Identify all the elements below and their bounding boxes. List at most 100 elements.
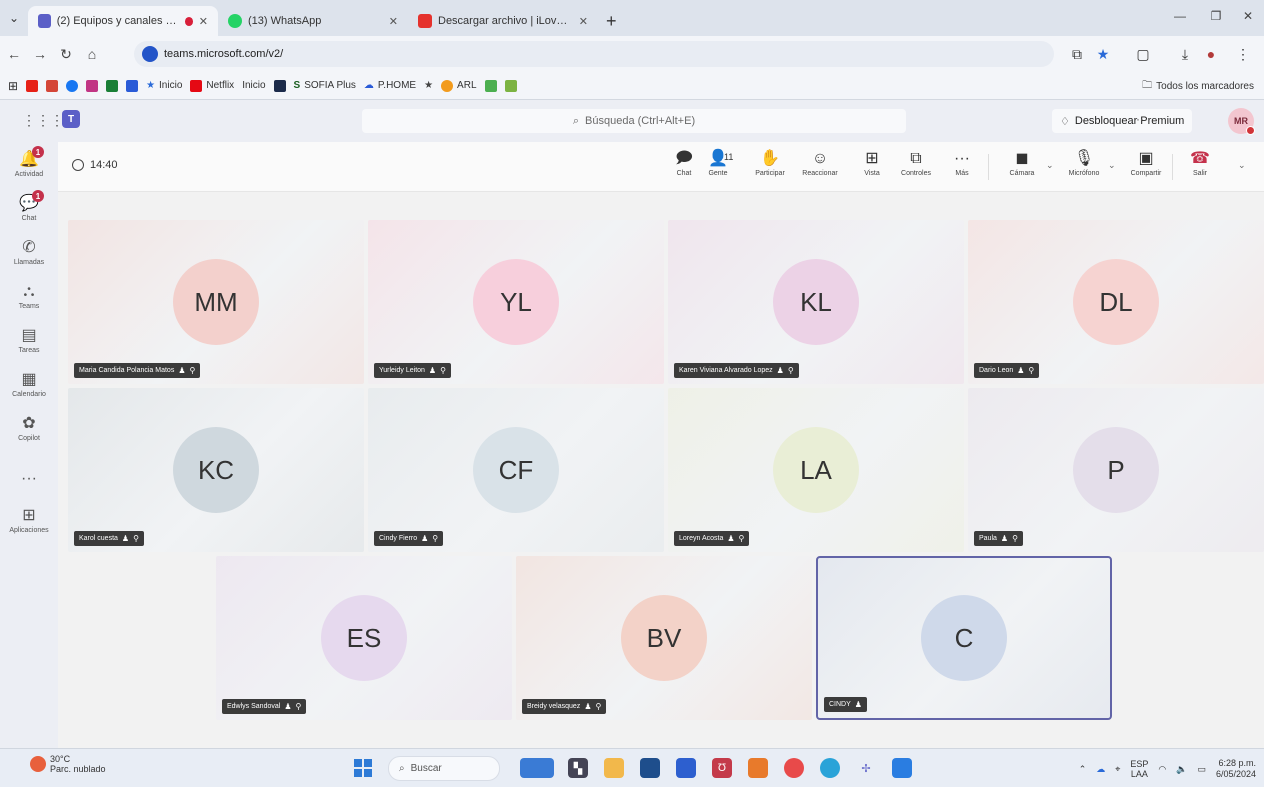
forward-icon[interactable]: → xyxy=(28,42,52,66)
close-tab-icon[interactable]: ✕ xyxy=(389,15,398,28)
close-window-icon[interactable]: ✕ xyxy=(1228,0,1264,32)
task-view-icon[interactable]: ▚ xyxy=(568,758,588,778)
widget-app-icon[interactable] xyxy=(520,758,554,778)
bookmark-dark-icon[interactable] xyxy=(273,79,286,92)
star-bookmark-icon[interactable]: ★ xyxy=(424,80,433,91)
sidebar-icon[interactable]: ▢ xyxy=(1130,36,1156,72)
participant-tile[interactable]: KL Karen Viviana Alvarado Lopez ♟ ⚲ xyxy=(668,220,964,384)
rail-item-teams[interactable]: ⛬ Teams xyxy=(0,274,58,318)
avatar[interactable]: MR xyxy=(1228,108,1255,135)
tray-chevron-icon[interactable]: ⌃ xyxy=(1079,764,1087,775)
wifi-icon[interactable]: ◠ xyxy=(1158,764,1166,775)
more-button[interactable]: ··· Más xyxy=(942,148,982,188)
more-options-icon[interactable]: ··· xyxy=(1136,112,1148,126)
participant-tile[interactable]: P Paula ♟ ⚲ xyxy=(968,388,1264,552)
tab-ilovepdf[interactable]: Descargar archivo | iLovePDF ✕ xyxy=(408,6,598,36)
tray-location-icon[interactable]: ⌖ xyxy=(1115,764,1120,775)
apps-grid-icon[interactable]: ⊞ xyxy=(8,79,18,93)
people-button[interactable]: 👤 11 Gente xyxy=(698,148,738,188)
bookmark-netflix[interactable]: Netflix xyxy=(190,79,234,92)
bookmark-blue-icon[interactable] xyxy=(126,79,139,92)
search-input[interactable]: ⌕ Búsqueda (Ctrl+Alt+E) xyxy=(362,109,906,133)
participant-tile[interactable]: CF Cindy Fierro ♟ ⚲ xyxy=(368,388,664,552)
language-indicator[interactable]: ESP LAA xyxy=(1130,759,1148,779)
camera-button[interactable]: ◼ Cámara xyxy=(1002,148,1042,188)
participant-tile[interactable]: ES Edwlys Sandoval ♟ ⚲ xyxy=(216,556,512,720)
app-orange-icon[interactable] xyxy=(748,758,768,778)
bookmark-drive-icon[interactable] xyxy=(504,79,517,92)
bookmark-inicio-2[interactable]: Inicio xyxy=(242,80,265,91)
participant-tile[interactable]: BV Breidy velasquez ♟ ⚲ xyxy=(516,556,812,720)
back-icon[interactable]: ← xyxy=(2,42,26,66)
battery-icon[interactable]: ▭ xyxy=(1197,764,1206,775)
site-info-icon[interactable] xyxy=(142,46,158,62)
windows-start-icon[interactable] xyxy=(354,759,372,777)
leave-button[interactable]: ☎ Salir xyxy=(1182,148,1218,188)
reload-icon[interactable]: ↻ xyxy=(54,42,78,66)
weather-widget[interactable]: 30°C Parc. nublado xyxy=(30,754,106,774)
all-bookmarks[interactable]: 🗀 Todos los marcadores xyxy=(1142,72,1254,100)
participant-tile[interactable]: DL Dario Leon ♟ ⚲ xyxy=(968,220,1264,384)
tab-search-chevron-icon[interactable]: ⌄ xyxy=(0,0,28,36)
bookmark-inicio[interactable]: ★ Inicio xyxy=(146,80,182,91)
address-bar[interactable]: teams.microsoft.com/v2/ xyxy=(134,41,1054,67)
share-button[interactable]: ▣ Compartir xyxy=(1126,148,1166,188)
new-tab-button[interactable]: + xyxy=(598,6,625,36)
app-blue-icon[interactable] xyxy=(676,758,696,778)
bookmark-star-icon[interactable]: ★ xyxy=(1090,36,1116,72)
participant-tile[interactable]: LA Loreyn Acosta ♟ ⚲ xyxy=(668,388,964,552)
volume-icon[interactable]: 🔈 xyxy=(1176,764,1187,775)
camera-options-chevron-icon[interactable]: ⌄ xyxy=(1046,160,1054,171)
rail-item-tareas[interactable]: ▤ Tareas xyxy=(0,318,58,362)
app-launcher-icon[interactable]: ⋮⋮⋮ xyxy=(22,112,64,129)
home-icon[interactable]: ⌂ xyxy=(80,42,104,66)
close-tab-icon[interactable]: ✕ xyxy=(579,15,588,28)
controls-button[interactable]: ⧉ Controles xyxy=(896,148,936,188)
rail-item-chat[interactable]: 💬 Chat 1 xyxy=(0,186,58,230)
participant-tile[interactable]: KC Karol cuesta ♟ ⚲ xyxy=(68,388,364,552)
clock[interactable]: 6:28 p.m. 6/05/2024 xyxy=(1216,758,1256,780)
tray-cloud-icon[interactable]: ☁ xyxy=(1096,764,1105,775)
rail-item-copilot[interactable]: ✿ Copilot xyxy=(0,406,58,450)
bookmark-sofia[interactable]: S SOFIA Plus xyxy=(294,80,356,91)
install-app-icon[interactable]: ⧉ xyxy=(1064,36,1090,72)
facebook-icon[interactable] xyxy=(66,79,79,92)
rail-item-llamadas[interactable]: ✆ Llamadas xyxy=(0,230,58,274)
browser-menu-icon[interactable]: ⋮ xyxy=(1230,36,1256,72)
rail-item-more[interactable]: ··· xyxy=(0,462,58,498)
profile-icon[interactable]: ● xyxy=(1198,36,1224,72)
store-icon[interactable] xyxy=(640,758,660,778)
rail-item-calendario[interactable]: ▦ Calendario xyxy=(0,362,58,406)
rail-item-actividad[interactable]: 🔔 Actividad 1 xyxy=(0,142,58,186)
participant-tile[interactable]: MM Maria Candida Polancia Matos ♟ ⚲ xyxy=(68,220,364,384)
unlock-premium-button[interactable]: ♢ Desbloquear Premium xyxy=(1052,109,1193,133)
mic-button[interactable]: 🎙 Micrófono xyxy=(1064,148,1104,188)
copilot-taskbar-icon[interactable]: ✢ xyxy=(856,758,876,778)
bookmark-green2-icon[interactable] xyxy=(484,79,497,92)
chrome-icon[interactable] xyxy=(784,758,804,778)
view-button[interactable]: ⊞ Vista xyxy=(852,148,892,188)
react-button[interactable]: ☺ Reaccionar xyxy=(800,148,840,188)
app-drive-icon[interactable] xyxy=(892,758,912,778)
bookmark-arl[interactable]: ARL xyxy=(441,79,477,92)
instagram-icon[interactable] xyxy=(86,79,99,92)
bookmark-green-icon[interactable] xyxy=(106,79,119,92)
tab-teams[interactable]: (2) Equipos y canales | Seg ✕ xyxy=(28,6,218,36)
download-icon[interactable]: ⤓ xyxy=(1172,36,1198,72)
file-explorer-icon[interactable] xyxy=(604,758,624,778)
leave-options-chevron-icon[interactable]: ⌄ xyxy=(1238,160,1246,171)
taskbar-search-input[interactable]: ⌕ Buscar xyxy=(388,756,500,781)
mic-options-chevron-icon[interactable]: ⌄ xyxy=(1108,160,1116,171)
participant-tile[interactable]: C CINDY ♟ xyxy=(816,556,1112,720)
raise-hand-button[interactable]: ✋ Participar xyxy=(750,148,790,188)
edge-icon[interactable] xyxy=(820,758,840,778)
app-red-icon[interactable]: Ʊ xyxy=(712,758,732,778)
participant-tile[interactable]: YL Yurleidy Leiton ♟ ⚲ xyxy=(368,220,664,384)
rail-item-aplicaciones[interactable]: ⊞ Aplicaciones xyxy=(0,498,58,542)
gmail-icon[interactable] xyxy=(46,79,59,92)
youtube-icon[interactable] xyxy=(26,79,39,92)
tab-whatsapp[interactable]: (13) WhatsApp ✕ xyxy=(218,6,408,36)
minimize-icon[interactable]: — xyxy=(1160,0,1200,32)
bookmark-phome[interactable]: ☁ P.HOME xyxy=(364,80,416,91)
close-tab-icon[interactable]: ✕ xyxy=(199,15,208,28)
